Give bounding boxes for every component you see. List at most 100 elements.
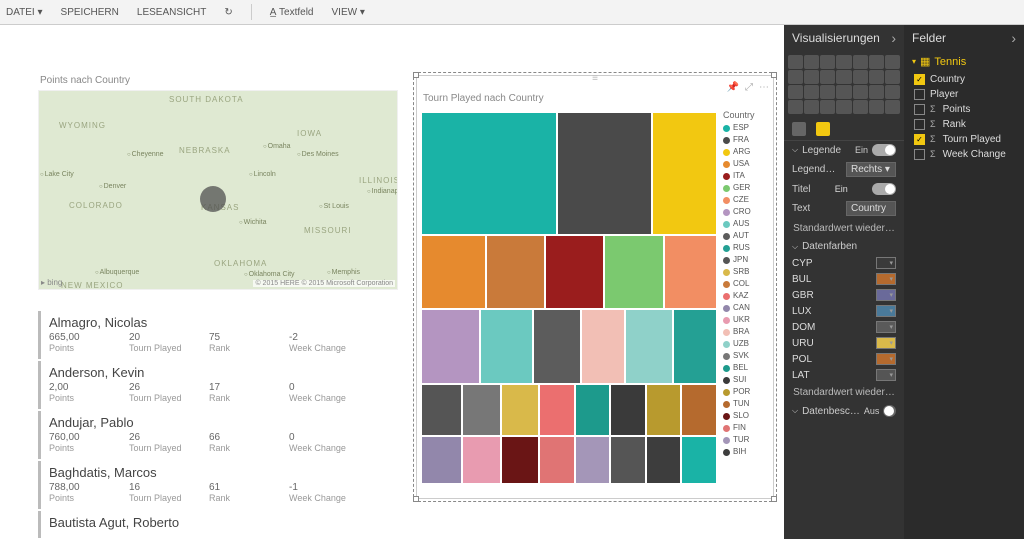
color-swatch[interactable] [876,353,896,365]
viz-type-icon[interactable] [804,85,819,99]
report-canvas[interactable]: Points nach Country WYOMING NEBRASKA IOW… [0,25,784,539]
viz-type-icon[interactable] [853,55,868,69]
viz-type-icon[interactable] [788,70,803,84]
viz-type-icon[interactable] [853,100,868,114]
color-swatch[interactable] [876,289,896,301]
treemap-cell[interactable] [604,235,663,309]
legend-item[interactable]: SLO [723,410,771,422]
fields-tab-icon[interactable] [792,122,806,136]
legend-switch[interactable] [872,144,896,156]
legend-item[interactable]: TUR [723,434,771,446]
textbox-button[interactable]: A̲ Textfeld [270,7,314,18]
treemap-cell[interactable] [673,309,717,383]
legend-item[interactable]: ITA [723,170,771,182]
treemap-cell[interactable] [681,384,717,436]
player-row[interactable]: Bautista Agut, Roberto [38,511,398,538]
treemap-cell[interactable] [486,235,545,309]
file-menu[interactable]: DATEI ▾ [6,7,43,18]
viz-type-icon[interactable] [853,70,868,84]
field-checkbox[interactable] [914,74,925,85]
treemap-cell[interactable] [462,436,500,484]
viz-type-icon[interactable] [836,70,851,84]
legend-item[interactable]: UKR [723,314,771,326]
treemap-cell[interactable] [421,436,462,484]
legend-item[interactable]: ARG [723,146,771,158]
legend-item[interactable]: SRB [723,266,771,278]
legend-item[interactable]: USA [723,158,771,170]
player-row[interactable]: Baghdatis, Marcos788,00Points16Tourn Pla… [38,461,398,509]
title-switch[interactable] [872,183,896,195]
map-bubble[interactable] [200,186,226,212]
viz-type-icon[interactable] [788,100,803,114]
treemap-cell[interactable] [646,384,682,436]
chevron-right-icon[interactable] [1011,25,1016,52]
data-colors-section[interactable]: Datenfarben [784,238,904,255]
viz-type-icon[interactable] [804,55,819,69]
viz-type-icon[interactable] [869,85,884,99]
treemap-cell[interactable] [539,436,575,484]
legend-item[interactable]: POR [723,386,771,398]
player-row[interactable]: Anderson, Kevin2,00Points26Tourn Played1… [38,361,398,409]
legend-position-dropdown[interactable]: Rechts ▾ [846,162,896,177]
format-tab-icon[interactable] [816,122,830,136]
viz-type-icon[interactable] [788,85,803,99]
pin-icon[interactable]: 📌 [727,82,739,93]
color-swatch[interactable] [876,273,896,285]
field-item[interactable]: Week Change [904,147,1024,162]
field-checkbox[interactable] [914,149,925,160]
treemap-cell[interactable] [646,436,682,484]
treemap-cell[interactable] [652,112,717,235]
focus-icon[interactable]: ⤢ [745,82,753,93]
treemap-cell[interactable] [664,235,717,309]
color-swatch[interactable] [876,257,896,269]
reset-legend-link[interactable]: Standardwert wieder… [784,219,904,238]
player-row[interactable]: Almagro, Nicolas665,00Points20Tourn Play… [38,311,398,359]
treemap-cell[interactable] [501,384,539,436]
treemap-cell[interactable] [610,436,646,484]
legend-item[interactable]: BIH [723,446,771,458]
table-header[interactable]: ▦Tennis [904,51,1024,72]
viz-panel-header[interactable]: Visualisierungen [784,25,904,51]
viz-type-icon[interactable] [820,70,835,84]
color-swatch[interactable] [876,321,896,333]
viz-type-icon[interactable] [885,55,900,69]
treemap-cell[interactable] [545,235,604,309]
treemap-cell[interactable] [625,309,672,383]
treemap-cell[interactable] [681,436,717,484]
refresh-icon[interactable]: ↻ [224,7,232,18]
viz-type-icon[interactable] [836,100,851,114]
field-checkbox[interactable] [914,104,925,115]
viz-type-icon[interactable] [885,85,900,99]
color-swatch[interactable] [876,369,896,381]
legend-item[interactable]: AUS [723,218,771,230]
viz-type-icon[interactable] [836,55,851,69]
viz-type-icon[interactable] [804,70,819,84]
field-checkbox[interactable] [914,134,925,145]
player-list-visual[interactable]: Almagro, Nicolas665,00Points20Tourn Play… [38,311,398,539]
viz-type-icon[interactable] [820,55,835,69]
treemap-visual[interactable]: ≡ 📌 ⤢ ⋯ Tourn Played nach Country Countr… [416,75,774,499]
viz-type-icon[interactable] [788,55,803,69]
datalabels-switch[interactable] [883,405,896,417]
legend-item[interactable]: CZE [723,194,771,206]
viz-type-icon[interactable] [869,70,884,84]
legend-item[interactable]: UZB [723,338,771,350]
legend-item[interactable]: KAZ [723,290,771,302]
treemap-cell[interactable] [575,436,611,484]
viz-type-icon[interactable] [885,100,900,114]
field-item[interactable]: Points [904,102,1024,117]
legend-item[interactable]: JPN [723,254,771,266]
treemap-cell[interactable] [581,309,625,383]
viz-type-icon[interactable] [804,100,819,114]
field-item[interactable]: Tourn Played [904,132,1024,147]
save-button[interactable]: SPEICHERN [61,7,119,18]
legend-item[interactable]: AUT [723,230,771,242]
treemap-cell[interactable] [421,112,557,235]
viz-type-icon[interactable] [820,100,835,114]
viz-type-icon[interactable] [836,85,851,99]
legend-section[interactable]: Legende Ein [784,141,904,159]
legend-item[interactable]: SVK [723,350,771,362]
treemap-cell[interactable] [480,309,533,383]
treemap-cell[interactable] [533,309,580,383]
treemap-cell[interactable] [421,235,486,309]
